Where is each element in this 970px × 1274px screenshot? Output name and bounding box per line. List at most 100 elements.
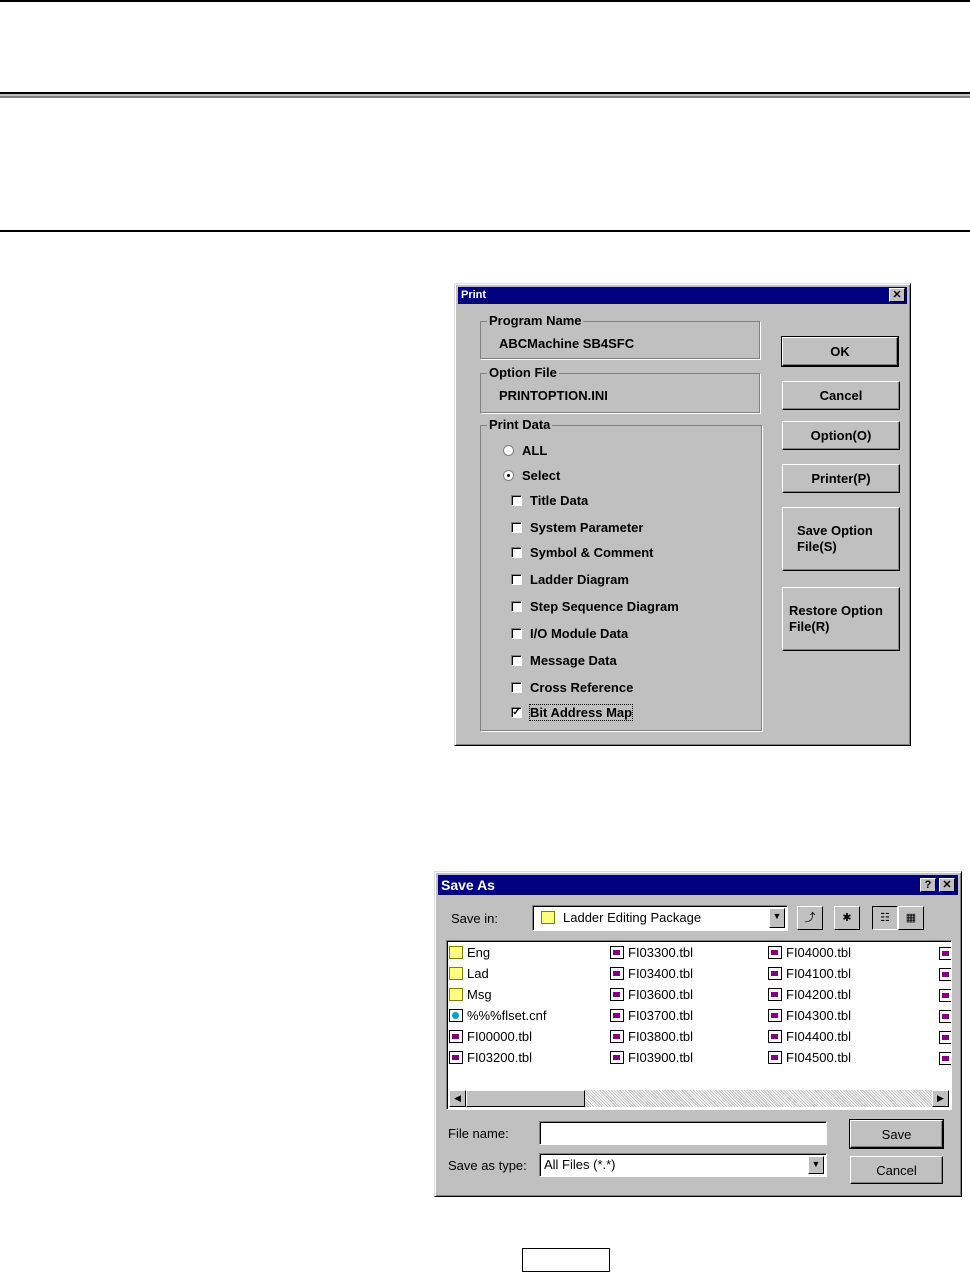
program-name-group: Program Name ABCMachine SB4SFC: [480, 313, 760, 359]
printer-button[interactable]: Printer(P): [782, 464, 900, 493]
new-folder-icon[interactable]: ✱: [834, 906, 860, 930]
file-icon: [449, 1009, 463, 1022]
file-name: FI03900.tbl: [628, 1050, 694, 1065]
save-in-dropdown[interactable]: Ladder Editing Package ▼: [532, 905, 788, 931]
checkbox-label: System Parameter: [530, 520, 644, 535]
file-item[interactable]: FI04300.tbl: [768, 1008, 851, 1023]
chevron-down-icon[interactable]: ▼: [769, 908, 785, 928]
file-item[interactable]: FI03600.tbl: [610, 987, 693, 1002]
folder-icon: [449, 988, 463, 1001]
cancel-button[interactable]: Cancel: [782, 381, 900, 410]
checkbox[interactable]: [511, 655, 522, 666]
scroll-right-icon[interactable]: ▶: [932, 1090, 949, 1107]
print-dialog-title: Print: [461, 289, 487, 301]
checkbox[interactable]: [511, 495, 522, 506]
file-item[interactable]: FI03700.tbl: [610, 1008, 693, 1023]
radio-select[interactable]: Select: [503, 468, 560, 483]
checkbox-item[interactable]: Symbol & Comment: [511, 545, 654, 560]
file-name-label: File name:: [448, 1126, 509, 1141]
file-item[interactable]: FI03200.tbl: [449, 1050, 532, 1065]
checkbox-item[interactable]: Cross Reference: [511, 680, 633, 695]
ok-button[interactable]: OK: [781, 336, 899, 367]
file-name: FI03200.tbl: [467, 1050, 533, 1065]
file-item[interactable]: FI03800.tbl: [610, 1029, 693, 1044]
file-list[interactable]: Eng Lad Msg %%%flset.cnf FI00000.tbl FI03200.…: [446, 940, 952, 1110]
list-view-icon[interactable]: ☷: [872, 906, 898, 930]
save-option-file-button[interactable]: Save Option File(S): [782, 507, 900, 571]
checkbox[interactable]: [511, 682, 522, 693]
checkbox-item[interactable]: I/O Module Data: [511, 626, 628, 641]
scroll-thumb[interactable]: [466, 1090, 585, 1107]
save-option-line1: Save Option: [797, 523, 873, 538]
checkbox-item[interactable]: Ladder Diagram: [511, 572, 629, 587]
save-as-type-select[interactable]: All Files (*.*) ▼: [539, 1153, 827, 1177]
folder-icon: [541, 911, 555, 924]
close-icon[interactable]: ✕: [889, 288, 905, 302]
save-in-label: Save in:: [451, 911, 498, 926]
scroll-left-icon[interactable]: ◀: [449, 1090, 466, 1107]
checkbox-item[interactable]: ✓ Bit Address Map: [511, 704, 634, 721]
print-data-label: Print Data: [487, 417, 553, 432]
details-view-icon[interactable]: ▦: [898, 906, 924, 930]
option-button[interactable]: Option(O): [782, 421, 900, 450]
checkbox[interactable]: [511, 522, 522, 533]
file-item[interactable]: FI03900.tbl: [610, 1050, 693, 1065]
folder-icon: [449, 946, 463, 959]
checkbox-label: Ladder Diagram: [530, 572, 629, 587]
checkbox-label: Symbol & Comment: [530, 545, 654, 560]
radio-all-label: ALL: [522, 443, 548, 458]
help-icon[interactable]: ?: [920, 878, 936, 892]
file-name: FI04500.tbl: [786, 1050, 852, 1065]
file-icon: [449, 1051, 463, 1064]
checkbox[interactable]: [511, 547, 522, 558]
checkbox[interactable]: [511, 628, 522, 639]
file-item[interactable]: Msg: [449, 987, 492, 1002]
file-item[interactable]: Lad: [449, 966, 489, 981]
file-name-input[interactable]: [539, 1121, 827, 1145]
file-item[interactable]: FI04500.tbl: [768, 1050, 851, 1065]
file-item[interactable]: FI04400.tbl: [768, 1029, 851, 1044]
file-item[interactable]: %%%flset.cnf: [449, 1008, 546, 1023]
save-button[interactable]: Save: [849, 1119, 944, 1149]
restore-option-file-button[interactable]: Restore Option File(R): [782, 587, 900, 651]
file-item[interactable]: FI03400.tbl: [610, 966, 693, 981]
checkbox-item[interactable]: Message Data: [511, 653, 617, 668]
radio-all-circle[interactable]: [503, 445, 514, 456]
file-icon: [610, 1009, 624, 1022]
file-name: FI04000.tbl: [786, 945, 852, 960]
file-item[interactable]: FI04200.tbl: [768, 987, 851, 1002]
checkbox-item[interactable]: Step Sequence Diagram: [511, 599, 679, 614]
option-file-group: Option File PRINTOPTION.INI: [480, 365, 760, 413]
file-name: FI04400.tbl: [786, 1029, 852, 1044]
checkbox[interactable]: [511, 601, 522, 612]
program-name-label: Program Name: [487, 313, 584, 328]
close-icon[interactable]: ✕: [939, 878, 955, 892]
file-item[interactable]: FI04100.tbl: [768, 966, 851, 981]
file-item[interactable]: Eng: [449, 945, 490, 960]
print-dialog-titlebar: Print ✕: [458, 287, 907, 304]
checkbox[interactable]: [511, 574, 522, 585]
restore-option-line2: File(R): [789, 619, 830, 634]
checkbox-item[interactable]: System Parameter: [511, 520, 643, 535]
chevron-down-icon[interactable]: ▼: [808, 1156, 824, 1174]
save-as-title: Save As: [441, 877, 495, 893]
radio-select-circle[interactable]: [503, 470, 514, 481]
file-name: FI03800.tbl: [628, 1029, 694, 1044]
cancel-button[interactable]: Cancel: [850, 1156, 943, 1184]
checkbox-label: Cross Reference: [530, 680, 634, 695]
save-as-dialog: Save As ? ✕ Save in: Ladder Editing Pack…: [434, 871, 962, 1197]
horizontal-scrollbar[interactable]: ◀ ▶: [449, 1090, 949, 1107]
option-file-value: PRINTOPTION.INI: [499, 388, 608, 403]
option-file-label: Option File: [487, 365, 559, 380]
radio-all[interactable]: ALL: [503, 443, 547, 458]
header-double-rule: [0, 92, 970, 98]
checkbox[interactable]: ✓: [511, 707, 522, 718]
section-rule: [0, 230, 970, 232]
file-item[interactable]: FI04000.tbl: [768, 945, 851, 960]
checkbox-item[interactable]: Title Data: [511, 493, 588, 508]
file-icon: [449, 1030, 463, 1043]
file-icon: [768, 967, 782, 980]
file-item[interactable]: FI03300.tbl: [610, 945, 693, 960]
file-item[interactable]: FI00000.tbl: [449, 1029, 532, 1044]
up-folder-icon[interactable]: ⤴: [797, 906, 823, 930]
